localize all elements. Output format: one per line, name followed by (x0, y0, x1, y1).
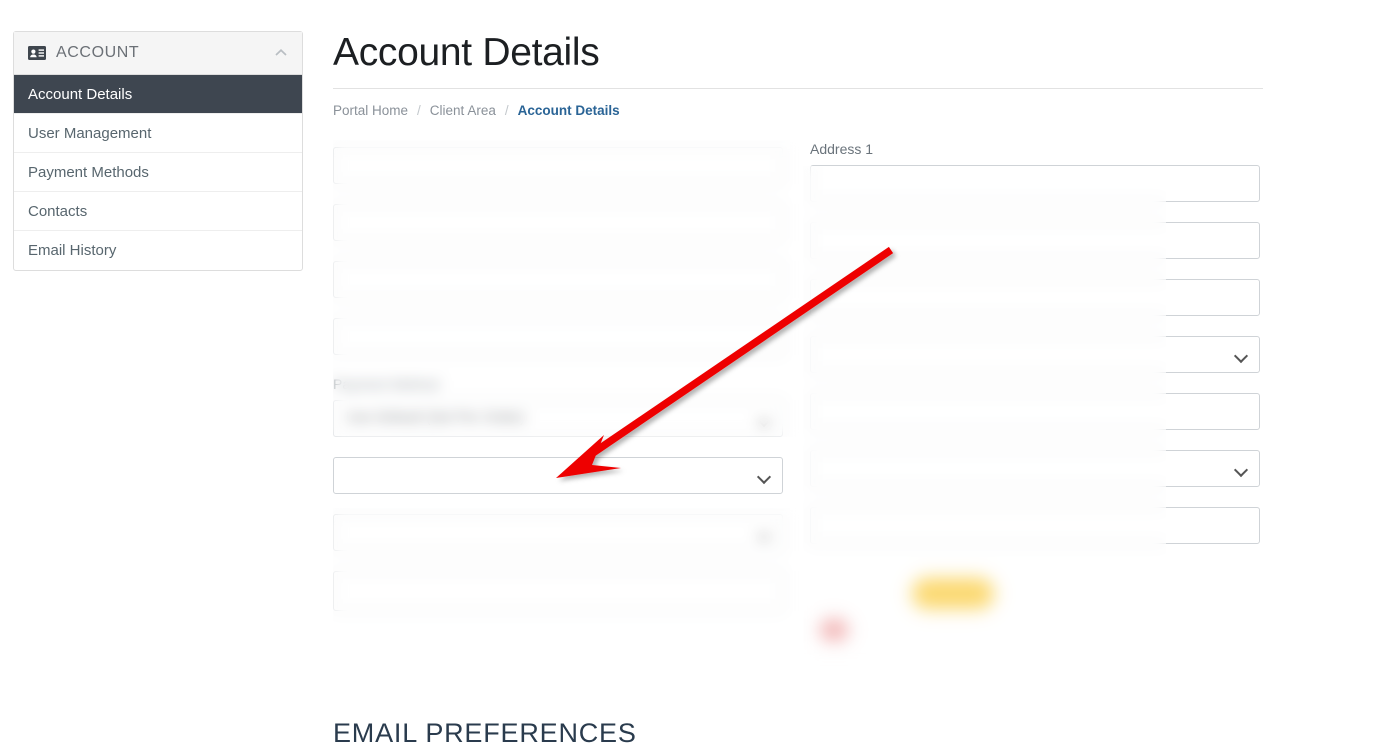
title-divider (333, 87, 1263, 89)
main-content: Account Details Portal Home / Client Are… (333, 0, 1263, 118)
field-group-zip-code (810, 393, 1260, 430)
city-field[interactable] (810, 279, 1260, 316)
country-select[interactable] (810, 450, 1260, 487)
sidebar-panel-title: ACCOUNT (56, 44, 140, 61)
field-group-phone-number (810, 507, 1260, 544)
sidebar-item-email-history[interactable]: Email History (14, 231, 302, 270)
state-region-select[interactable] (810, 336, 1260, 373)
last-name-field[interactable] (333, 204, 783, 241)
default-billing-contact-select[interactable] (333, 457, 783, 494)
field-group-city (810, 279, 1260, 316)
sidebar-item-label: User Management (28, 124, 152, 142)
chevron-up-icon[interactable] (274, 46, 288, 60)
sidebar-item-user-management[interactable]: User Management (14, 114, 302, 153)
sidebar-item-payment-methods[interactable]: Payment Methods (14, 153, 302, 192)
field-group-notes (333, 571, 783, 611)
sidebar-item-label: Payment Methods (28, 163, 149, 181)
breadcrumb-item-portal-home[interactable]: Portal Home (333, 103, 408, 118)
email-address-field[interactable] (333, 318, 783, 355)
phone-number-field[interactable] (810, 507, 1260, 544)
breadcrumb-separator: / (417, 102, 421, 118)
field-group-address-2 (810, 222, 1260, 259)
sidebar-panel-header[interactable]: ACCOUNT (14, 32, 302, 75)
breadcrumb-item-account-details: Account Details (517, 102, 620, 118)
zip-code-field[interactable] (810, 393, 1260, 430)
first-name-field[interactable] (333, 147, 783, 184)
sidebar-item-label: Email History (28, 242, 117, 259)
field-group-default-billing-contact (333, 457, 783, 494)
payment-method-select[interactable]: Use Default (Set Per Order) (333, 400, 783, 437)
address-1-label: Address 1 (810, 141, 874, 157)
sidebar-item-contacts[interactable]: Contacts (14, 192, 302, 231)
field-group-state-region (810, 336, 1260, 373)
sidebar-item-label: Account Details (28, 85, 133, 103)
field-group-first-name (333, 147, 783, 184)
id-card-icon (28, 46, 46, 60)
email-preferences-heading: EMAIL PREFERENCES (333, 718, 637, 748)
field-group-payment-method: Payment Method Use Default (Set Per Orde… (333, 375, 783, 437)
field-group-language (333, 514, 783, 551)
form-column-right: Address 1 (810, 140, 1260, 564)
breadcrumb: Portal Home / Client Area / Account Deta… (333, 103, 1263, 118)
address-2-field[interactable] (810, 222, 1260, 259)
payment-method-label: Payment Method (333, 376, 439, 392)
page-title: Account Details (333, 31, 600, 74)
breadcrumb-separator: / (504, 102, 509, 118)
field-group-last-name (333, 204, 783, 241)
breadcrumb-item-client-area[interactable]: Client Area (430, 103, 496, 118)
account-sidebar-panel: ACCOUNT Account Details User Management … (13, 31, 303, 271)
form-column-left: Payment Method Use Default (Set Per Orde… (333, 140, 783, 631)
field-group-country (810, 450, 1260, 487)
sidebar-item-account-details[interactable]: Account Details (14, 75, 302, 114)
field-group-address-1: Address 1 (810, 140, 1260, 202)
company-name-field[interactable] (333, 261, 783, 298)
field-group-email-address (333, 318, 783, 355)
account-details-form: Payment Method Use Default (Set Per Orde… (333, 140, 1263, 700)
sidebar-item-label: Contacts (28, 202, 88, 220)
notes-textarea[interactable] (333, 571, 783, 611)
language-select[interactable] (333, 514, 783, 551)
address-1-field[interactable] (810, 165, 1260, 202)
field-group-company-name (333, 261, 783, 298)
